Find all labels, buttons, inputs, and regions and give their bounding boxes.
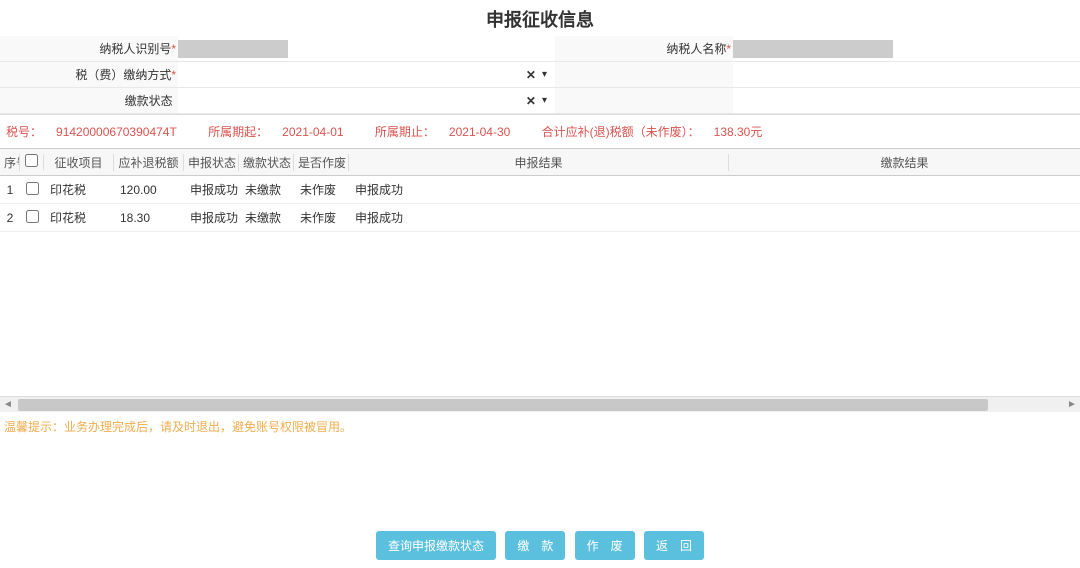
cell-void: 未作废 bbox=[294, 181, 349, 198]
select-all-checkbox[interactable] bbox=[25, 154, 38, 167]
col-checkbox bbox=[20, 154, 44, 170]
cell-sb-status: 申报成功 bbox=[184, 181, 239, 198]
payment-method-input[interactable] bbox=[178, 64, 555, 86]
row-checkbox[interactable] bbox=[26, 210, 39, 223]
cell-sb-status: 申报成功 bbox=[184, 209, 239, 226]
clear-icon[interactable]: ✕ bbox=[526, 94, 536, 108]
col-jk-status: 缴款状态 bbox=[239, 154, 294, 171]
payment-method-select[interactable]: ✕ ▾ bbox=[178, 62, 555, 88]
table-row: 2印花税18.30申报成功未缴款未作废申报成功 bbox=[0, 204, 1080, 232]
horizontal-scrollbar[interactable]: ◄ ► bbox=[0, 396, 1080, 412]
pay-button[interactable]: 缴 款 bbox=[505, 531, 565, 560]
payment-status-input[interactable] bbox=[178, 90, 555, 112]
page-title: 申报征收信息 bbox=[0, 0, 1080, 36]
cell-index: 2 bbox=[0, 211, 20, 225]
grid-header: 序号 征收项目 应补退税额 申报状态 缴款状态 是否作废 申报结果 缴款结果 bbox=[0, 148, 1080, 176]
col-amount: 应补退税额 bbox=[114, 154, 184, 171]
cell-checkbox bbox=[20, 182, 44, 198]
grid-body: 1印花税120.00申报成功未缴款未作废申报成功2印花税18.30申报成功未缴款… bbox=[0, 176, 1080, 396]
warning-tip: 温馨提示：业务办理完成后，请及时退出，避免账号权限被冒用。 bbox=[0, 412, 1080, 441]
scroll-right-icon[interactable]: ► bbox=[1064, 399, 1080, 410]
row-checkbox[interactable] bbox=[26, 182, 39, 195]
chevron-down-icon[interactable]: ▾ bbox=[542, 69, 547, 80]
payment-method-label: 税（费）缴纳方式* bbox=[0, 62, 178, 88]
taxpayer-id-label: 纳税人识别号* bbox=[0, 36, 178, 62]
cell-index: 1 bbox=[0, 183, 20, 197]
button-bar: 查询申报缴款状态 缴 款 作 废 返 回 bbox=[0, 441, 1080, 568]
col-sb-status: 申报状态 bbox=[184, 154, 239, 171]
col-sb-result: 申报结果 bbox=[349, 154, 729, 171]
cell-void: 未作废 bbox=[294, 209, 349, 226]
taxpayer-id-value bbox=[178, 36, 555, 62]
cell-item: 印花税 bbox=[44, 181, 114, 198]
taxpayer-form: 纳税人识别号* 纳税人名称* 税（费）缴纳方式* ✕ ▾ bbox=[0, 36, 1080, 115]
col-index: 序号 bbox=[0, 154, 20, 171]
payment-status-select[interactable]: ✕ ▾ bbox=[178, 88, 555, 114]
col-item: 征收项目 bbox=[44, 154, 114, 171]
void-button[interactable]: 作 废 bbox=[575, 531, 635, 560]
chevron-down-icon[interactable]: ▾ bbox=[542, 95, 547, 106]
taxpayer-name-value bbox=[733, 36, 1080, 62]
payment-status-label: 缴款状态 bbox=[0, 88, 178, 114]
col-jk-result: 缴款结果 bbox=[729, 154, 1080, 171]
cell-sb-result: 申报成功 bbox=[349, 181, 729, 198]
col-void: 是否作废 bbox=[294, 154, 349, 171]
scrollbar-thumb[interactable] bbox=[18, 399, 988, 411]
taxpayer-name-label: 纳税人名称* bbox=[555, 36, 733, 62]
summary-bar: 税号：91420000670390474T 所属期起：2021-04-01 所属… bbox=[0, 115, 1080, 148]
scroll-left-icon[interactable]: ◄ bbox=[0, 399, 16, 410]
cell-amount: 18.30 bbox=[114, 211, 184, 225]
cell-jk-status: 未缴款 bbox=[239, 181, 294, 198]
cell-jk-status: 未缴款 bbox=[239, 209, 294, 226]
cell-amount: 120.00 bbox=[114, 183, 184, 197]
query-status-button[interactable]: 查询申报缴款状态 bbox=[376, 531, 496, 560]
clear-icon[interactable]: ✕ bbox=[526, 68, 536, 82]
cell-checkbox bbox=[20, 210, 44, 226]
back-button[interactable]: 返 回 bbox=[644, 531, 704, 560]
cell-sb-result: 申报成功 bbox=[349, 209, 729, 226]
table-row: 1印花税120.00申报成功未缴款未作废申报成功 bbox=[0, 176, 1080, 204]
cell-item: 印花税 bbox=[44, 209, 114, 226]
